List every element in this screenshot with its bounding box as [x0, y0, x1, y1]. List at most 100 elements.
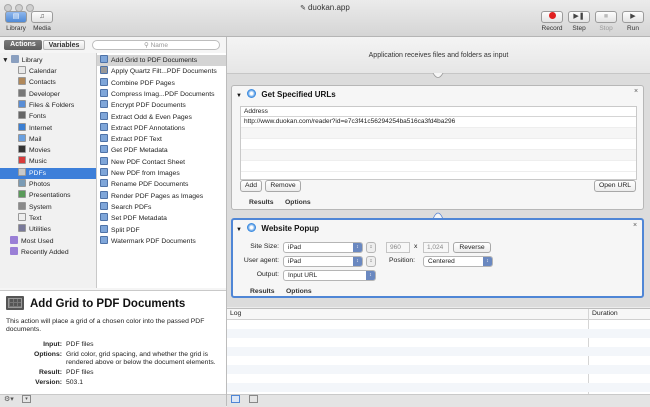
user-agent-select[interactable]: iPad ↕ [283, 256, 363, 267]
options-label: Options: [34, 351, 62, 358]
url-table: Address http://www.duokan.com/reader?id=… [240, 106, 637, 180]
results-tab[interactable]: Results [249, 199, 274, 206]
library-folder-icon [10, 55, 19, 63]
site-size-value: iPad [288, 244, 302, 251]
sidebar-item-utilities[interactable]: Utilities [0, 224, 96, 235]
tab-actions[interactable]: Actions [4, 40, 42, 50]
results-tab[interactable]: Results [250, 288, 275, 295]
action-item[interactable]: Search PDFs [97, 201, 226, 213]
sidebar-item-internet[interactable]: Internet [0, 122, 96, 134]
output-select[interactable]: Input URL ↕ [283, 270, 376, 281]
sidebar-item-label: System [29, 203, 52, 211]
disclosure-triangle-icon[interactable]: ▼ [236, 227, 242, 233]
log-view-icon[interactable] [249, 395, 258, 403]
log-column-header[interactable]: Log [230, 310, 241, 317]
action-item[interactable]: Add Grid to PDF Documents [97, 55, 226, 66]
url-row[interactable]: http://www.duokan.com/reader?id=e7c3f41c… [241, 117, 636, 128]
close-icon[interactable]: × [633, 222, 637, 229]
action-item[interactable]: New PDF Contact Sheet [97, 156, 226, 168]
tab-variables[interactable]: Variables [43, 40, 85, 50]
action-item[interactable]: Extract PDF Annotations [97, 122, 226, 134]
action-item[interactable]: Rename PDF Documents [97, 179, 226, 190]
sidebar-item-fonts[interactable]: Fonts [0, 111, 96, 122]
automator-action-icon [100, 179, 108, 188]
sidebar-item-label: Calendar [29, 68, 57, 75]
search-placeholder: Name [150, 42, 168, 49]
step-button[interactable]: ▶❚ Step [567, 11, 591, 32]
action-item-label: Encrypt PDF Documents [111, 102, 186, 110]
action-item[interactable]: Render PDF Pages as Images [97, 190, 226, 202]
sidebar-item-presentations[interactable]: Presentations [0, 190, 96, 201]
log-stripe [227, 365, 650, 374]
gear-icon[interactable]: ⚙▾ [4, 395, 14, 403]
library-root[interactable]: ▼ Library [0, 55, 96, 66]
media-button[interactable]: ♫ Media [30, 11, 54, 32]
chevron-up-down-icon: ↕ [353, 257, 362, 266]
action-item[interactable]: Compress Imag...PDF Documents [97, 88, 226, 100]
reverse-button[interactable]: Reverse [453, 242, 491, 253]
site-size-select[interactable]: iPad ↕ [283, 242, 363, 253]
site-size-stepper[interactable]: ↕ [366, 242, 376, 253]
empty-row [241, 150, 636, 161]
action-item-label: Watermark PDF Documents [111, 237, 196, 245]
description-toggle-icon[interactable]: ▾ [22, 395, 31, 403]
sidebar-item-movies[interactable]: Movies [0, 145, 96, 156]
action-item[interactable]: Set PDF Metadata [97, 213, 226, 224]
action-item[interactable]: New PDF from Images [97, 168, 226, 179]
action-item[interactable]: Split PDF [97, 224, 226, 236]
sidebar-item-label: Music [29, 158, 47, 166]
stop-button[interactable]: ■ Stop [594, 11, 618, 32]
position-select[interactable]: Centered ↕ [423, 256, 493, 267]
close-icon[interactable]: × [634, 88, 638, 95]
sidebar-item-mail[interactable]: Mail [0, 133, 96, 145]
site-size-label: Site Size: [250, 243, 279, 250]
action-item-label: Extract PDF Annotations [111, 124, 186, 132]
action-item-label: Combine PDF Pages [111, 79, 175, 87]
sidebar-item-text[interactable]: Text [0, 212, 96, 224]
sidebar-item-pdfs[interactable]: PDFs [0, 167, 96, 179]
address-column-header[interactable]: Address [241, 107, 636, 117]
action-item[interactable]: Combine PDF Pages [97, 77, 226, 89]
action-item[interactable]: Get PDF Metadata [97, 145, 226, 156]
action-item[interactable]: Apply Quartz Filt...PDF Documents [97, 66, 226, 77]
automator-action-icon [100, 66, 108, 75]
automator-action-icon [100, 213, 108, 222]
sidebar-item-system[interactable]: System [0, 201, 96, 213]
add-url-button[interactable]: Add [240, 180, 262, 192]
sidebar-item-photos[interactable]: Photos [0, 179, 96, 190]
open-url-button[interactable]: Open URL [594, 180, 636, 192]
record-button[interactable]: Record [540, 11, 564, 32]
action-item-label: Compress Imag...PDF Documents [111, 90, 215, 98]
options-tab[interactable]: Options [285, 199, 311, 206]
search-input[interactable]: ⚲ Name [92, 40, 220, 50]
height-field[interactable]: 1,024 [423, 242, 449, 253]
sidebar-item-calendar[interactable]: Calendar [0, 66, 96, 77]
library-toggle-button[interactable]: ▤ Library [3, 11, 29, 32]
width-field[interactable]: 960 [386, 242, 410, 253]
duration-column-header[interactable]: Duration [592, 310, 618, 317]
input-value: PDF files [66, 341, 94, 348]
sidebar-item-files-folders[interactable]: Files & Folders [0, 99, 96, 111]
options-tab[interactable]: Options [286, 288, 312, 295]
step-label: Step [572, 25, 586, 32]
user-agent-stepper[interactable]: ↕ [366, 256, 376, 267]
automator-action-icon [100, 134, 108, 143]
sidebar-item-music[interactable]: Music [0, 156, 96, 167]
sidebar-item-developer[interactable]: Developer [0, 88, 96, 100]
description-summary: This action will place a grid of a chose… [6, 318, 205, 333]
disclosure-triangle-icon[interactable]: ▼ [236, 93, 242, 99]
list-view-icon[interactable] [231, 395, 240, 403]
window-title-text: duokan.app [307, 3, 350, 12]
action-item[interactable]: Extract PDF Text [97, 134, 226, 145]
action-item[interactable]: Watermark PDF Documents [97, 235, 226, 247]
remove-url-button[interactable]: Remove [265, 180, 301, 192]
action-item[interactable]: Extract Odd & Even Pages [97, 111, 226, 123]
step-icon: ▶❚ [568, 11, 590, 23]
run-button[interactable]: ▶ Run [621, 11, 645, 32]
action-item[interactable]: Encrypt PDF Documents [97, 100, 226, 111]
category-icon [18, 156, 26, 165]
sidebar-item-most-used[interactable]: Most Used [0, 235, 96, 247]
sidebar-item-recently-added[interactable]: Recently Added [0, 246, 96, 258]
sidebar-item-contacts[interactable]: Contacts [0, 77, 96, 88]
media-label: Media [33, 25, 51, 32]
